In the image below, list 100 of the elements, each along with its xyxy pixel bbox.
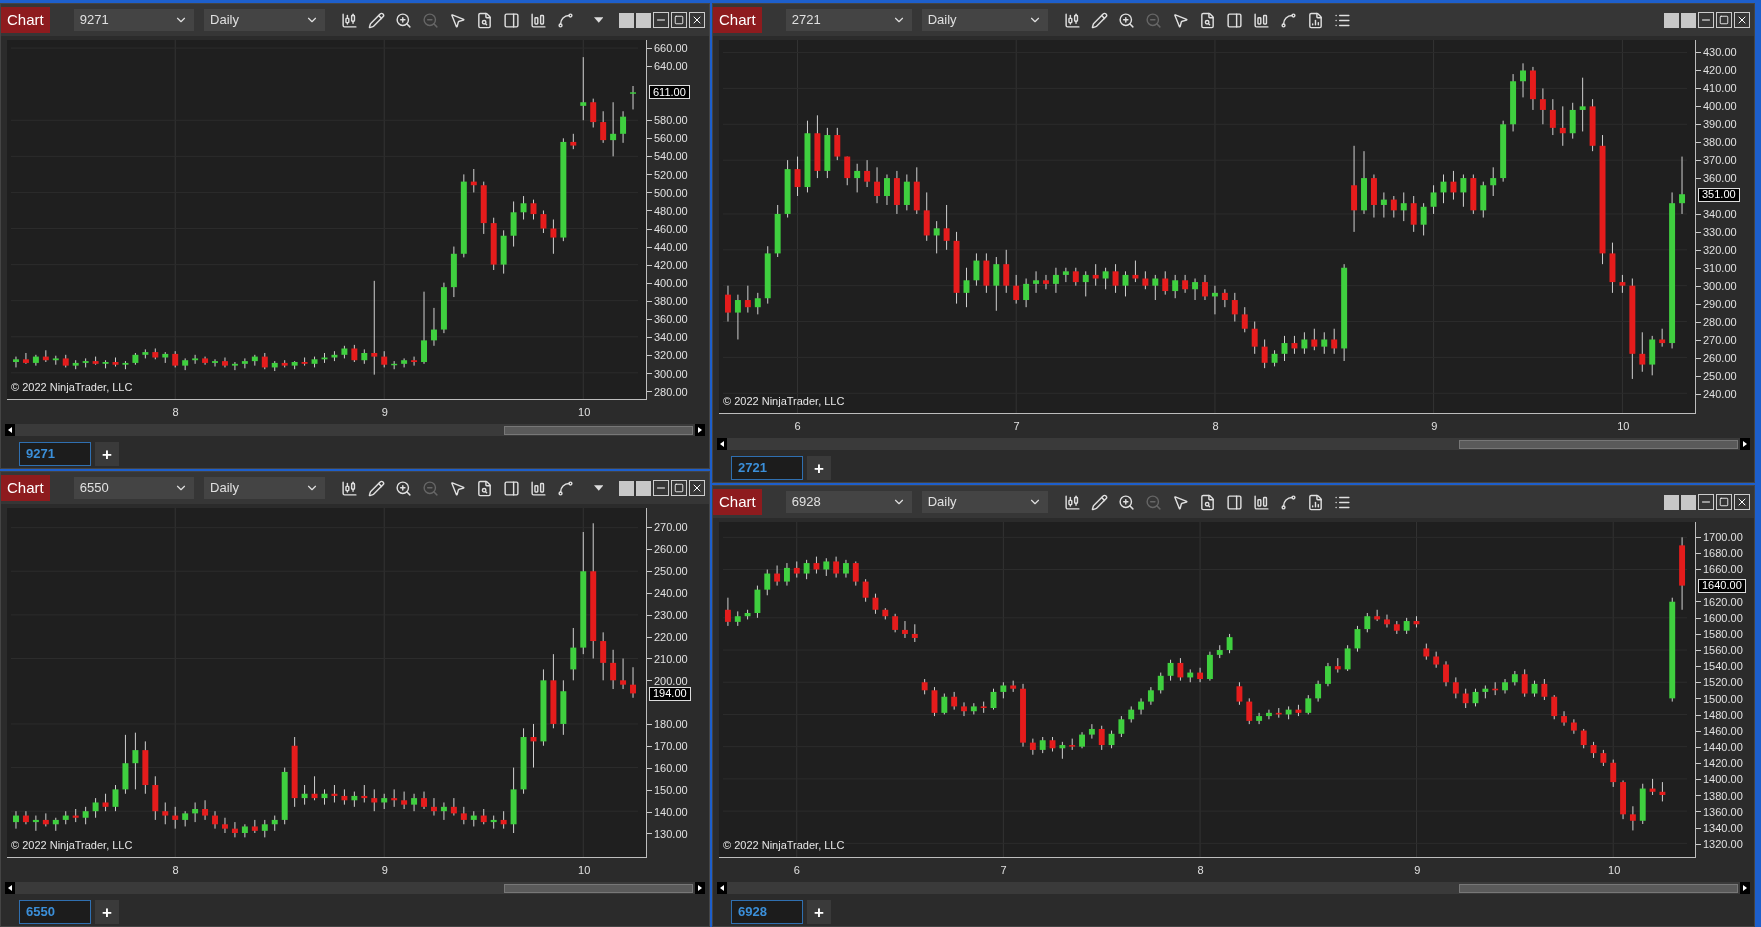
maximize-button[interactable] <box>1716 494 1732 510</box>
chart-title-button[interactable]: Chart <box>713 7 762 33</box>
scroll-left-button[interactable] <box>5 882 15 894</box>
add-tab-button[interactable]: + <box>95 442 119 466</box>
line-chart-icon[interactable] <box>1279 11 1297 29</box>
bar-chart-icon[interactable] <box>529 479 547 497</box>
chart-tab[interactable]: 6550 <box>19 900 91 924</box>
tile-icon[interactable] <box>619 12 634 28</box>
interval-dropdown[interactable]: Daily <box>921 491 1048 513</box>
scrollbar-thumb[interactable] <box>504 883 693 893</box>
document-chart-icon[interactable] <box>1306 11 1324 29</box>
tile-icon[interactable] <box>636 12 651 28</box>
tile-icon[interactable] <box>1681 494 1696 510</box>
tile-icon[interactable] <box>619 480 634 496</box>
chart-title-button[interactable]: Chart <box>1 475 50 501</box>
tile-icon[interactable] <box>1664 494 1679 510</box>
line-chart-icon[interactable] <box>556 11 574 29</box>
scrollbar-thumb[interactable] <box>1459 883 1738 893</box>
document-chart-icon[interactable] <box>1306 493 1324 511</box>
interval-dropdown[interactable]: Daily <box>921 9 1048 31</box>
candlestick-icon[interactable] <box>340 479 358 497</box>
price-label: 1620.00 <box>1703 594 1743 610</box>
zoom-in-icon[interactable] <box>1117 493 1135 511</box>
candlestick-icon[interactable] <box>340 11 358 29</box>
tile-icon[interactable] <box>1681 12 1696 28</box>
close-button[interactable] <box>1734 12 1750 28</box>
dropdown-caret-icon[interactable] <box>593 17 603 23</box>
scroll-right-button[interactable] <box>695 424 705 436</box>
zoom-in-icon[interactable] <box>1117 11 1135 29</box>
minimize-button[interactable] <box>653 12 669 28</box>
dropdown-caret-icon[interactable] <box>593 485 603 491</box>
document-search-icon[interactable] <box>475 11 493 29</box>
maximize-button[interactable] <box>1716 12 1732 28</box>
price-label: 260.00 <box>654 542 688 558</box>
instrument-dropdown[interactable]: 6550 <box>73 477 195 499</box>
instrument-dropdown[interactable]: 9271 <box>73 9 195 31</box>
horizontal-scrollbar[interactable] <box>5 424 705 436</box>
add-tab-button[interactable]: + <box>807 900 831 924</box>
maximize-button[interactable] <box>671 480 687 496</box>
tile-icon[interactable] <box>1664 12 1679 28</box>
panel-icon[interactable] <box>502 11 520 29</box>
add-tab-button[interactable]: + <box>807 456 831 480</box>
pencil-icon[interactable] <box>367 479 385 497</box>
close-button[interactable] <box>689 480 705 496</box>
bar-chart-icon[interactable] <box>529 11 547 29</box>
chart-tab[interactable]: 6928 <box>731 900 803 924</box>
pencil-icon[interactable] <box>1090 493 1108 511</box>
zoom-in-icon[interactable] <box>394 479 412 497</box>
candlestick-icon[interactable] <box>1063 493 1081 511</box>
pointer-icon[interactable] <box>448 479 466 497</box>
document-search-icon[interactable] <box>1198 11 1216 29</box>
interval-value: Daily <box>927 11 957 30</box>
horizontal-scrollbar[interactable] <box>717 438 1750 450</box>
pencil-icon[interactable] <box>1090 11 1108 29</box>
interval-dropdown[interactable]: Daily <box>204 477 325 499</box>
line-chart-icon[interactable] <box>1279 493 1297 511</box>
horizontal-scrollbar[interactable] <box>5 882 705 894</box>
price-label: 340.00 <box>1703 207 1737 223</box>
interval-dropdown[interactable]: Daily <box>204 9 325 31</box>
horizontal-scrollbar[interactable] <box>717 882 1750 894</box>
minimize-button[interactable] <box>653 480 669 496</box>
scroll-right-button[interactable] <box>1740 438 1750 450</box>
price-label: 500.00 <box>654 185 688 201</box>
scroll-left-button[interactable] <box>717 438 727 450</box>
price-label: 560.00 <box>654 131 688 147</box>
close-button[interactable] <box>1734 494 1750 510</box>
scrollbar-thumb[interactable] <box>504 425 693 435</box>
pencil-icon[interactable] <box>367 11 385 29</box>
chart-title-button[interactable]: Chart <box>713 489 762 515</box>
panel-icon[interactable] <box>1225 11 1243 29</box>
chart-tab[interactable]: 9271 <box>19 442 91 466</box>
minimize-button[interactable] <box>1698 12 1714 28</box>
scroll-right-button[interactable] <box>1740 882 1750 894</box>
scrollbar-thumb[interactable] <box>1459 439 1738 449</box>
tile-icon[interactable] <box>636 480 651 496</box>
zoom-in-icon[interactable] <box>394 11 412 29</box>
bar-chart-icon[interactable] <box>1252 11 1270 29</box>
pointer-icon[interactable] <box>1171 11 1189 29</box>
instrument-dropdown[interactable]: 6928 <box>785 491 912 513</box>
scroll-left-button[interactable] <box>717 882 727 894</box>
minimize-button[interactable] <box>1698 494 1714 510</box>
close-button[interactable] <box>689 12 705 28</box>
candlestick-icon[interactable] <box>1063 11 1081 29</box>
maximize-button[interactable] <box>671 12 687 28</box>
pointer-icon[interactable] <box>448 11 466 29</box>
chart-title-button[interactable]: Chart <box>1 7 50 33</box>
document-search-icon[interactable] <box>1198 493 1216 511</box>
panel-icon[interactable] <box>502 479 520 497</box>
add-tab-button[interactable]: + <box>95 900 119 924</box>
bar-chart-icon[interactable] <box>1252 493 1270 511</box>
instrument-dropdown[interactable]: 2721 <box>785 9 912 31</box>
price-label: 1580.00 <box>1703 627 1743 642</box>
panel-icon[interactable] <box>1225 493 1243 511</box>
scroll-left-button[interactable] <box>5 424 15 436</box>
scroll-right-button[interactable] <box>695 882 705 894</box>
price-label: 150.00 <box>654 782 688 798</box>
document-search-icon[interactable] <box>475 479 493 497</box>
chart-tab[interactable]: 2721 <box>731 456 803 480</box>
pointer-icon[interactable] <box>1171 493 1189 511</box>
line-chart-icon[interactable] <box>556 479 574 497</box>
